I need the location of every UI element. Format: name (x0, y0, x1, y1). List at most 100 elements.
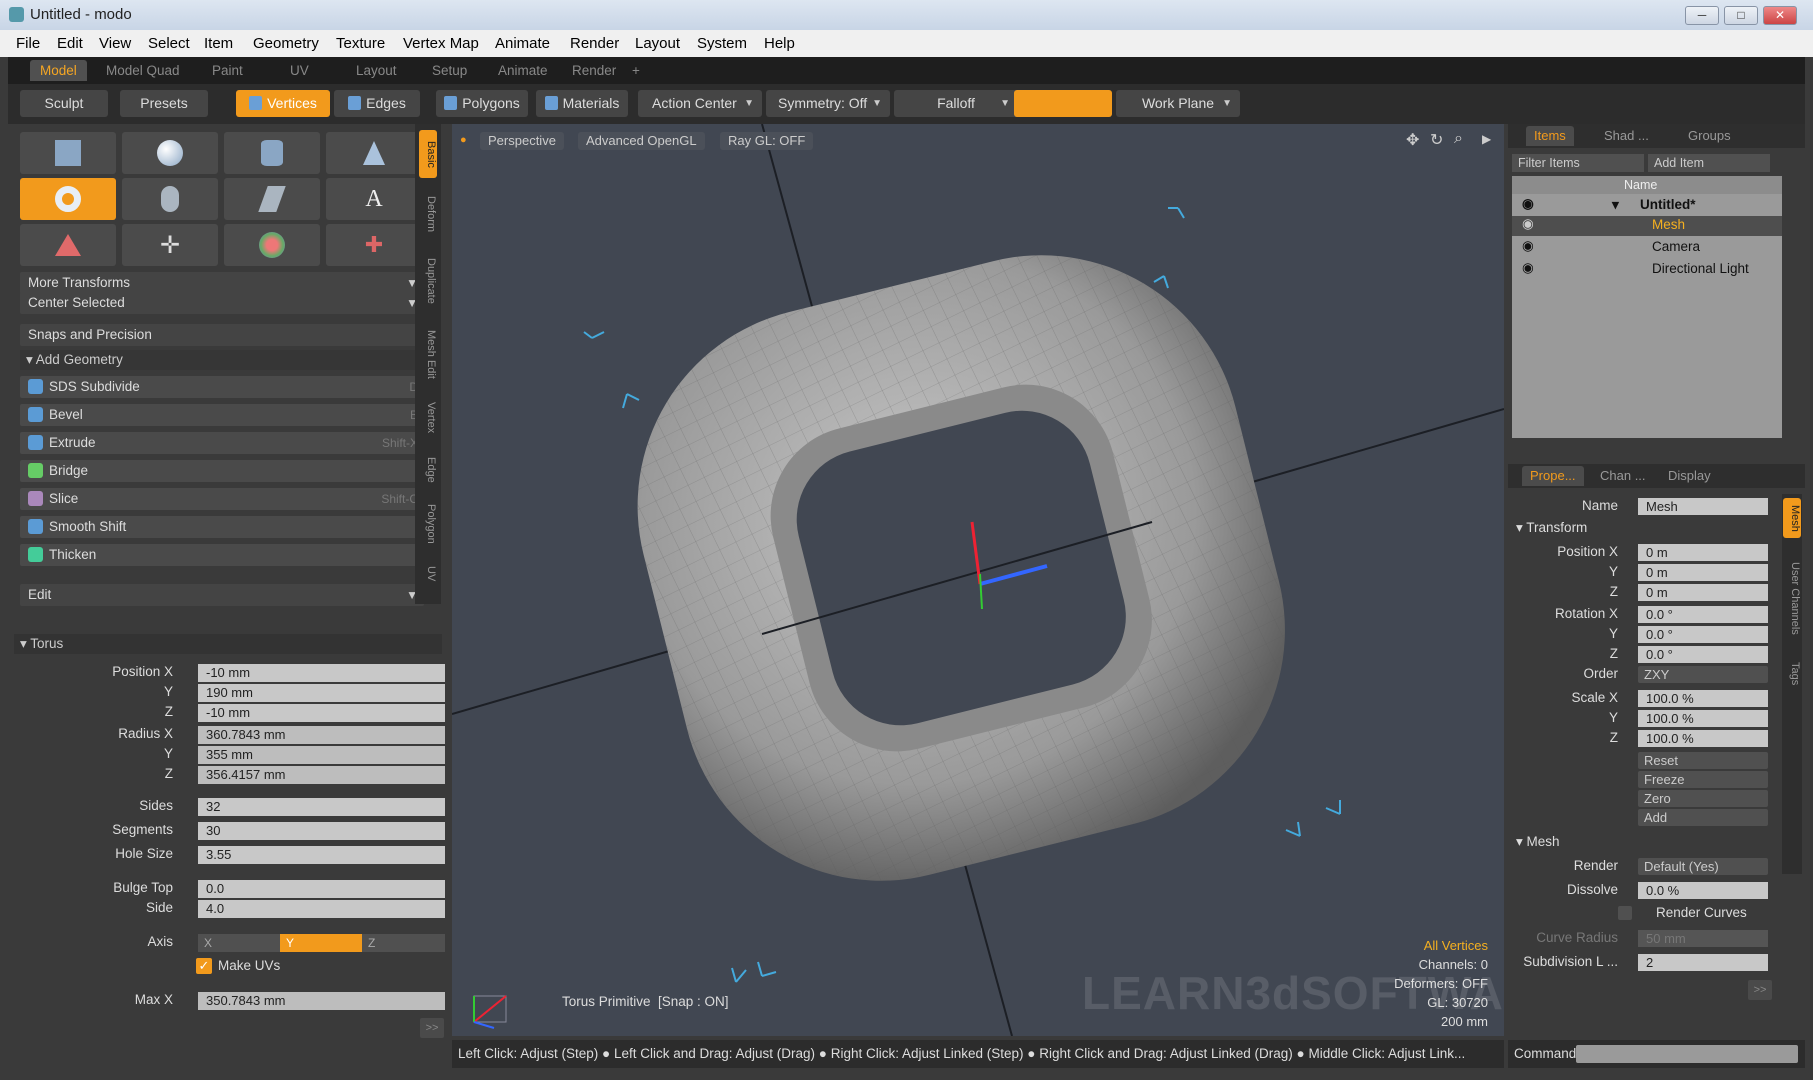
vertices-button[interactable]: Vertices (236, 90, 330, 117)
edit-dropdown[interactable]: Edit ▼ (20, 584, 424, 606)
menu-layout[interactable]: Layout (635, 35, 680, 52)
thicken-button[interactable]: Thicken (20, 544, 424, 566)
tab-paint[interactable]: Paint (202, 60, 253, 81)
polygons-button[interactable]: Polygons (436, 90, 528, 117)
axis-y-button[interactable]: Y (280, 934, 362, 952)
menu-file[interactable]: File (16, 35, 40, 52)
order-dropdown[interactable]: ZXY (1638, 666, 1768, 683)
expand-arrow-icon[interactable]: >> (1748, 980, 1772, 1000)
raygl-button[interactable]: Ray GL: OFF (720, 132, 814, 150)
reset-dropdown[interactable]: Reset (1638, 752, 1768, 769)
bulge-top-field[interactable]: 0.0 (198, 880, 445, 898)
position-y-field[interactable]: 190 mm (198, 684, 445, 702)
tab-shading[interactable]: Shad ... (1596, 126, 1657, 146)
3d-viewport[interactable]: ● Perspective Advanced OpenGL Ray GL: OF… (452, 124, 1504, 1036)
rot-z-field[interactable]: 0.0 ° (1638, 646, 1768, 663)
transform-tool-button[interactable] (20, 224, 116, 266)
menu-system[interactable]: System (697, 35, 747, 52)
text-tool-button[interactable]: A (326, 178, 422, 220)
tab-display[interactable]: Display (1660, 466, 1719, 486)
scale-tool-button[interactable]: ✚ (326, 224, 422, 266)
tab-layout[interactable]: Layout (346, 60, 407, 81)
zoom-icon[interactable]: ⌕ (1454, 130, 1463, 148)
tab-channels[interactable]: Chan ... (1592, 466, 1654, 486)
tab-setup[interactable]: Setup (422, 60, 477, 81)
menu-render[interactable]: Render (570, 35, 619, 52)
eye-icon[interactable]: ◉ (1522, 216, 1534, 232)
symmetry-dropdown[interactable]: Symmetry: Off ▼ (766, 90, 890, 117)
close-button[interactable]: ✕ (1763, 6, 1797, 25)
materials-button[interactable]: Materials (536, 90, 628, 117)
rot-x-field[interactable]: 0.0 ° (1638, 606, 1768, 623)
edges-button[interactable]: Edges (334, 90, 420, 117)
smooth-shift-button[interactable]: Smooth Shift (20, 516, 424, 538)
tab-items[interactable]: Items (1526, 126, 1574, 146)
vtab-basic[interactable]: Basic (419, 130, 437, 178)
vtab-polygon[interactable]: Polygon (419, 496, 437, 552)
add-item-dropdown[interactable]: Add Item (1648, 154, 1770, 172)
make-uvs-checkbox[interactable]: ✓ (196, 958, 212, 974)
scale-x-field[interactable]: 100.0 % (1638, 690, 1768, 707)
add-tab-button[interactable]: + (622, 60, 650, 81)
more-transforms-dropdown[interactable]: More Transforms ▼ (20, 272, 424, 294)
menu-item[interactable]: Item (204, 35, 233, 52)
advanced-opengl-button[interactable]: Advanced OpenGL (578, 132, 705, 150)
tree-item-light[interactable]: ◉ Directional Light (1512, 260, 1782, 280)
name-field[interactable]: Mesh (1638, 498, 1768, 515)
move-tool-button[interactable]: ✛ (122, 224, 218, 266)
snaps-precision-button[interactable]: Snaps and Precision (20, 324, 424, 346)
scale-z-field[interactable]: 100.0 % (1638, 730, 1768, 747)
cone-tool-button[interactable] (326, 132, 422, 174)
max-x-field[interactable]: 350.7843 mm (198, 992, 445, 1010)
falloff-dropdown[interactable]: Falloff ▼ (894, 90, 1018, 117)
bridge-button[interactable]: Bridge (20, 460, 424, 482)
tab-properties[interactable]: Prope... (1522, 466, 1584, 486)
menu-vertex-map[interactable]: Vertex Map (403, 35, 479, 52)
radius-z-field[interactable]: 356.4157 mm (198, 766, 445, 784)
menu-select[interactable]: Select (148, 35, 190, 52)
sds-subdivide-button[interactable]: SDS Subdivide D (20, 376, 424, 398)
action-center-dropdown[interactable]: Action Center ▼ (638, 90, 762, 117)
menu-help[interactable]: Help (764, 35, 795, 52)
rotate-view-icon[interactable]: ↻ (1430, 130, 1443, 150)
vtab-vertex[interactable]: Vertex (419, 394, 437, 442)
zero-dropdown[interactable]: Zero (1638, 790, 1768, 807)
add-geometry-header[interactable]: ▾ Add Geometry (20, 350, 424, 370)
capsule-tool-button[interactable] (122, 178, 218, 220)
tree-item-scene[interactable]: ◉ ▾ Untitled* (1512, 196, 1782, 216)
menu-texture[interactable]: Texture (336, 35, 385, 52)
bevel-button[interactable]: Bevel B (20, 404, 424, 426)
side-tab-user-channels[interactable]: User Channels (1783, 548, 1801, 648)
sculpt-button[interactable]: Sculpt (20, 90, 108, 117)
expand-arrow-icon[interactable]: >> (420, 1018, 444, 1038)
tab-render[interactable]: Render (562, 60, 626, 81)
hole-size-field[interactable]: 3.55 (198, 846, 445, 864)
sphere-tool-button[interactable] (122, 132, 218, 174)
torus-tool-button[interactable] (20, 178, 116, 220)
tree-item-mesh[interactable]: ◉ Mesh (1512, 216, 1782, 236)
extrude-button[interactable]: Extrude Shift-X (20, 432, 424, 454)
vtab-uv[interactable]: UV (419, 560, 437, 588)
vtab-duplicate[interactable]: Duplicate (419, 248, 437, 314)
eye-icon[interactable]: ◉ (1522, 196, 1534, 212)
freeze-dropdown[interactable]: Freeze (1638, 771, 1768, 788)
presets-button[interactable]: Presets (120, 90, 208, 117)
radius-y-field[interactable]: 355 mm (198, 746, 445, 764)
eye-icon[interactable]: ◉ (1522, 260, 1534, 276)
sides-field[interactable]: 32 (198, 798, 445, 816)
minimize-button[interactable]: ─ (1685, 6, 1719, 25)
position-x-field[interactable]: -10 mm (198, 664, 445, 682)
perspective-button[interactable]: Perspective (480, 132, 564, 150)
side-tab-mesh[interactable]: Mesh (1783, 498, 1801, 538)
cylinder-tool-button[interactable] (224, 132, 320, 174)
rot-y-field[interactable]: 0.0 ° (1638, 626, 1768, 643)
menu-animate[interactable]: Animate (495, 35, 550, 52)
vtab-edge[interactable]: Edge (419, 450, 437, 490)
cube-tool-button[interactable] (20, 132, 116, 174)
menu-view[interactable]: View (99, 35, 131, 52)
render-curves-checkbox[interactable] (1618, 906, 1632, 920)
scale-y-field[interactable]: 100.0 % (1638, 710, 1768, 727)
side-tab-tags[interactable]: Tags (1783, 656, 1801, 692)
slice-button[interactable]: Slice Shift-C (20, 488, 424, 510)
pos-x-field[interactable]: 0 m (1638, 544, 1768, 561)
